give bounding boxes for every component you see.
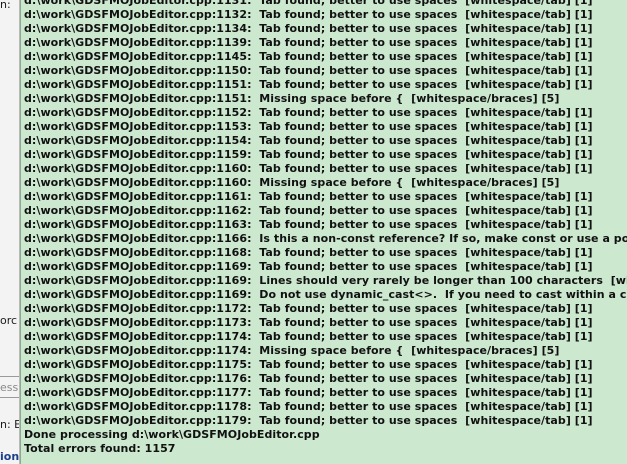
output-line: d:\work\GDSFMOJobEditor.cpp:1166: Is thi… [24, 232, 627, 245]
output-line: d:\work\GDSFMOJobEditor.cpp:1153: Tab fo… [24, 120, 593, 133]
output-line: d:\work\GDSFMOJobEditor.cpp:1169: Do not… [24, 288, 627, 301]
left-panel-fragment: n: [0, 0, 11, 11]
output-line: d:\work\GDSFMOJobEditor.cpp:1132: Tab fo… [24, 8, 593, 21]
output-console[interactable]: d:\work\GDSFMOJobEditor.cpp:1131: Tab fo… [20, 0, 627, 464]
output-line: d:\work\GDSFMOJobEditor.cpp:1179: Tab fo… [24, 414, 593, 427]
output-line: d:\work\GDSFMOJobEditor.cpp:1152: Tab fo… [24, 106, 593, 119]
output-line: d:\work\GDSFMOJobEditor.cpp:1159: Tab fo… [24, 148, 593, 161]
output-line: d:\work\GDSFMOJobEditor.cpp:1161: Tab fo… [24, 190, 593, 203]
output-line: d:\work\GDSFMOJobEditor.cpp:1169: Lines … [24, 274, 627, 287]
left-panel-fragment: orc [0, 314, 18, 327]
output-line: d:\work\GDSFMOJobEditor.cpp:1134: Tab fo… [24, 22, 593, 35]
output-line: d:\work\GDSFMOJobEditor.cpp:1178: Tab fo… [24, 400, 593, 413]
left-panel-fragment: ion [0, 450, 20, 463]
output-line: d:\work\GDSFMOJobEditor.cpp:1160: Tab fo… [24, 162, 593, 175]
output-line: d:\work\GDSFMOJobEditor.cpp:1174: Tab fo… [24, 330, 593, 343]
left-side-panel: n: orc ess n: E ion [0, 0, 20, 464]
output-line: d:\work\GDSFMOJobEditor.cpp:1174: Missin… [24, 344, 560, 357]
output-line: d:\work\GDSFMOJobEditor.cpp:1160: Missin… [24, 176, 560, 189]
output-line: Total errors found: 1157 [24, 442, 176, 455]
output-line: d:\work\GDSFMOJobEditor.cpp:1175: Tab fo… [24, 358, 593, 371]
output-line: d:\work\GDSFMOJobEditor.cpp:1172: Tab fo… [24, 302, 593, 315]
output-line: d:\work\GDSFMOJobEditor.cpp:1169: Tab fo… [24, 260, 593, 273]
left-panel-divider [0, 376, 19, 377]
output-line: d:\work\GDSFMOJobEditor.cpp:1139: Tab fo… [24, 36, 593, 49]
output-line: d:\work\GDSFMOJobEditor.cpp:1168: Tab fo… [24, 246, 593, 259]
output-line: d:\work\GDSFMOJobEditor.cpp:1154: Tab fo… [24, 134, 593, 147]
output-line: d:\work\GDSFMOJobEditor.cpp:1145: Tab fo… [24, 50, 593, 63]
output-line: d:\work\GDSFMOJobEditor.cpp:1162: Tab fo… [24, 204, 593, 217]
output-line: d:\work\GDSFMOJobEditor.cpp:1151: Tab fo… [24, 78, 593, 91]
output-line: d:\work\GDSFMOJobEditor.cpp:1151: Missin… [24, 92, 560, 105]
output-line: d:\work\GDSFMOJobEditor.cpp:1131: Tab fo… [24, 0, 593, 7]
output-line: d:\work\GDSFMOJobEditor.cpp:1163: Tab fo… [24, 218, 593, 231]
output-log: d:\work\GDSFMOJobEditor.cpp:1131: Tab fo… [24, 0, 627, 456]
output-line: d:\work\GDSFMOJobEditor.cpp:1173: Tab fo… [24, 316, 593, 329]
left-panel-fragment: ess [0, 381, 19, 394]
output-line: Done processing d:\work\GDSFMOJobEditor.… [24, 428, 320, 441]
left-panel-fragment: n: E [0, 418, 20, 431]
output-line: d:\work\GDSFMOJobEditor.cpp:1176: Tab fo… [24, 372, 593, 385]
output-line: d:\work\GDSFMOJobEditor.cpp:1150: Tab fo… [24, 64, 593, 77]
output-line: d:\work\GDSFMOJobEditor.cpp:1177: Tab fo… [24, 386, 593, 399]
left-panel-divider [0, 397, 19, 398]
